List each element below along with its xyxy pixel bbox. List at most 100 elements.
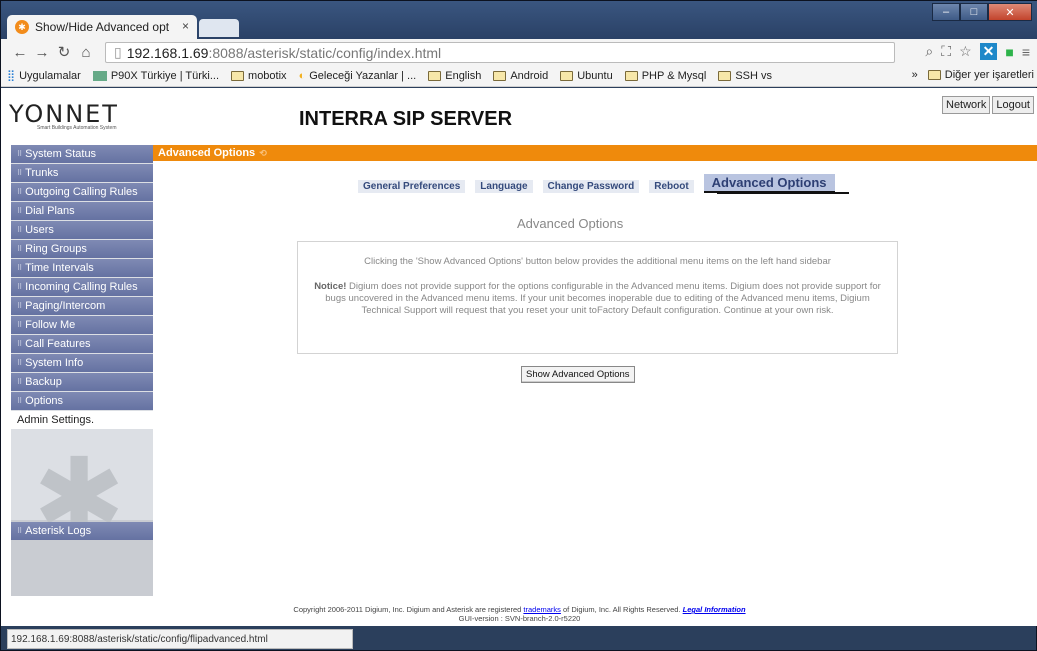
tab-general-preferences[interactable]: General Preferences <box>358 180 466 193</box>
legal-information-link[interactable]: Legal Information <box>683 605 746 614</box>
sidebar-item-outgoing-calling-rules[interactable]: ⠿ Outgoing Calling Rules <box>11 183 153 201</box>
minimize-icon[interactable]: ‒ <box>932 3 960 21</box>
section-header-bar: Advanced Options ⟲ <box>153 145 1037 161</box>
reload-icon[interactable]: ↻ <box>53 43 75 61</box>
toolbar-actions: ⌕ ⛶ ☆ ✕ ■ ≡ <box>925 43 1030 60</box>
sidebar-logs-wrap: ⠿ Asterisk Logs <box>11 522 153 541</box>
bookmark-ssh[interactable]: SSH vs <box>718 70 772 82</box>
window-controls: ‒ □ ✕ <box>932 3 1032 21</box>
menu-icon[interactable]: ≡ <box>1022 44 1030 60</box>
sidebar: ⠿ System Status ⠿ Trunks ⠿ Outgoing Calling… <box>11 145 153 596</box>
grip-icon: ⠿ <box>17 170 23 177</box>
site-favicon-icon <box>92 70 107 81</box>
folder-icon <box>624 70 638 81</box>
other-bookmarks[interactable]: Diğer yer işaretleri <box>945 69 1034 81</box>
extension-green-icon[interactable]: ■ <box>1005 44 1013 60</box>
sidebar-item-paging-intercom[interactable]: ⠿ Paging/Intercom <box>11 297 153 315</box>
grip-icon: ⠿ <box>17 227 23 234</box>
star-icon[interactable]: ☆ <box>959 43 972 60</box>
bookmark-english[interactable]: English <box>428 70 481 82</box>
grip-icon: ⠿ <box>17 151 23 158</box>
grip-icon: ⠿ <box>17 284 23 291</box>
refresh-arrows-icon[interactable]: ⟲ <box>259 148 267 159</box>
bookmark-mobotix[interactable]: mobotix <box>231 70 287 82</box>
translate-icon[interactable]: ⛶ <box>941 43 951 60</box>
sidebar-item-time-intervals[interactable]: ⠿ Time Intervals <box>11 259 153 277</box>
sidebar-item-backup[interactable]: ⠿ Backup <box>11 373 153 391</box>
sidebar-item-asterisk-logs[interactable]: ⠿ Asterisk Logs <box>11 522 153 540</box>
info-box: Clicking the 'Show Advanced Options' but… <box>297 241 898 354</box>
sidebar-item-options[interactable]: ⠿ Options <box>11 392 153 410</box>
bookmark-android[interactable]: Android <box>493 70 548 82</box>
page-content: YONNET Smart Buildings Automation System… <box>1 88 1037 626</box>
grip-icon: ⠿ <box>17 303 23 310</box>
sidebar-item-call-features[interactable]: ⠿ Call Features <box>11 335 153 353</box>
folder-icon <box>718 70 732 81</box>
notice-paragraph: Notice! Digium does not provide support … <box>306 281 889 317</box>
folder-icon <box>493 70 507 81</box>
copyright-line: Copyright 2006-2011 Digium, Inc. Digium … <box>293 605 746 614</box>
grip-icon: ⠿ <box>17 208 23 215</box>
back-icon[interactable]: ← <box>9 44 31 61</box>
url-path: :8088/asterisk/static/config/index.html <box>208 44 442 61</box>
browser-tab[interactable]: ✱ Show/Hide Advanced opt × <box>7 15 197 39</box>
page-icon: ▯ <box>114 44 122 60</box>
sub-tabs: General Preferences Language Change Pass… <box>358 174 835 193</box>
home-icon[interactable]: ⌂ <box>75 44 97 61</box>
tab-reboot[interactable]: Reboot <box>649 180 694 193</box>
bookmarks-right: » Diğer yer işaretleri <box>912 69 1034 81</box>
asterisk-favicon-icon: ✱ <box>15 20 29 34</box>
logout-button[interactable]: Logout <box>992 96 1034 114</box>
title-bar: ✱ Show/Hide Advanced opt × ‒ □ ✕ <box>1 1 1037 39</box>
sidebar-item-system-info[interactable]: ⠿ System Info <box>11 354 153 372</box>
grip-icon: ⠿ <box>17 265 23 272</box>
browser-window: ✱ Show/Hide Advanced opt × ‒ □ ✕ ← → ↻ ⌂… <box>0 0 1037 651</box>
logo: YONNET <box>9 100 119 128</box>
forward-icon[interactable]: → <box>31 44 53 61</box>
bookmark-ubuntu[interactable]: Ubuntu <box>560 70 613 82</box>
tab-language[interactable]: Language <box>475 180 533 193</box>
grip-icon: ⠿ <box>17 398 23 405</box>
sidebar-item-users[interactable]: ⠿ Users <box>11 221 153 239</box>
folder-icon <box>927 70 941 80</box>
bookmark-php-mysql[interactable]: PHP & Mysql <box>624 70 706 82</box>
bookmark-apps[interactable]: ⣿ Uygulamalar <box>7 69 81 83</box>
sidebar-item-dial-plans[interactable]: ⠿ Dial Plans <box>11 202 153 220</box>
status-bar: 192.168.1.69:8088/asterisk/static/config… <box>7 629 353 649</box>
sidebar-item-system-status[interactable]: ⠿ System Status <box>11 145 153 163</box>
extension-icon[interactable]: ✕ <box>979 43 998 60</box>
logo-subtitle: Smart Buildings Automation System <box>37 125 117 131</box>
sidebar-item-trunks[interactable]: ⠿ Trunks <box>11 164 153 182</box>
folder-icon <box>560 70 574 81</box>
apps-grid-icon: ⣿ <box>7 70 16 82</box>
network-button[interactable]: Network <box>942 96 991 114</box>
section-title: Advanced Options <box>517 216 624 231</box>
bookmarks-more-button[interactable]: » <box>912 69 918 81</box>
show-advanced-options-button[interactable]: Show Advanced Options <box>521 366 635 383</box>
tab-title: Show/Hide Advanced opt <box>35 20 170 34</box>
grip-icon: ⠿ <box>17 322 23 329</box>
maximize-icon[interactable]: □ <box>960 3 988 21</box>
tab-close-icon[interactable]: × <box>182 19 189 33</box>
folder-icon <box>231 70 245 81</box>
header-buttons: Network Logout <box>942 96 1034 114</box>
trademarks-link[interactable]: trademarks <box>523 605 561 614</box>
zoom-icon[interactable]: ⌕ <box>925 43 933 60</box>
folder-icon <box>428 70 442 81</box>
admin-settings-label: Admin Settings. <box>11 411 153 429</box>
tab-underline <box>717 192 849 194</box>
close-window-icon[interactable]: ✕ <box>988 3 1032 21</box>
sidebar-item-incoming-calling-rules[interactable]: ⠿ Incoming Calling Rules <box>11 278 153 296</box>
tab-advanced-options[interactable]: Advanced Options <box>703 174 835 193</box>
address-bar[interactable]: ▯ 192.168.1.69:8088/asterisk/static/conf… <box>105 42 895 63</box>
gui-version: GUI-version : SVN-branch-2.0-r5220 <box>458 614 581 623</box>
info-text: Clicking the 'Show Advanced Options' but… <box>364 256 831 267</box>
bookmark-p90x[interactable]: P90X Türkiye | Türki... <box>92 70 219 82</box>
tab-change-password[interactable]: Change Password <box>542 180 640 193</box>
new-tab-button[interactable] <box>199 19 239 37</box>
sidebar-item-ring-groups[interactable]: ⠿ Ring Groups <box>11 240 153 258</box>
page-title: INTERRA SIP SERVER <box>299 108 513 130</box>
bookmarks-bar: ⣿ Uygulamalar P90X Türkiye | Türki... mob… <box>1 65 1037 87</box>
sidebar-item-follow-me[interactable]: ⠿ Follow Me <box>11 316 153 334</box>
bookmark-gelecegi[interactable]: ◐ Geleceği Yazanlar | ... <box>299 70 417 82</box>
